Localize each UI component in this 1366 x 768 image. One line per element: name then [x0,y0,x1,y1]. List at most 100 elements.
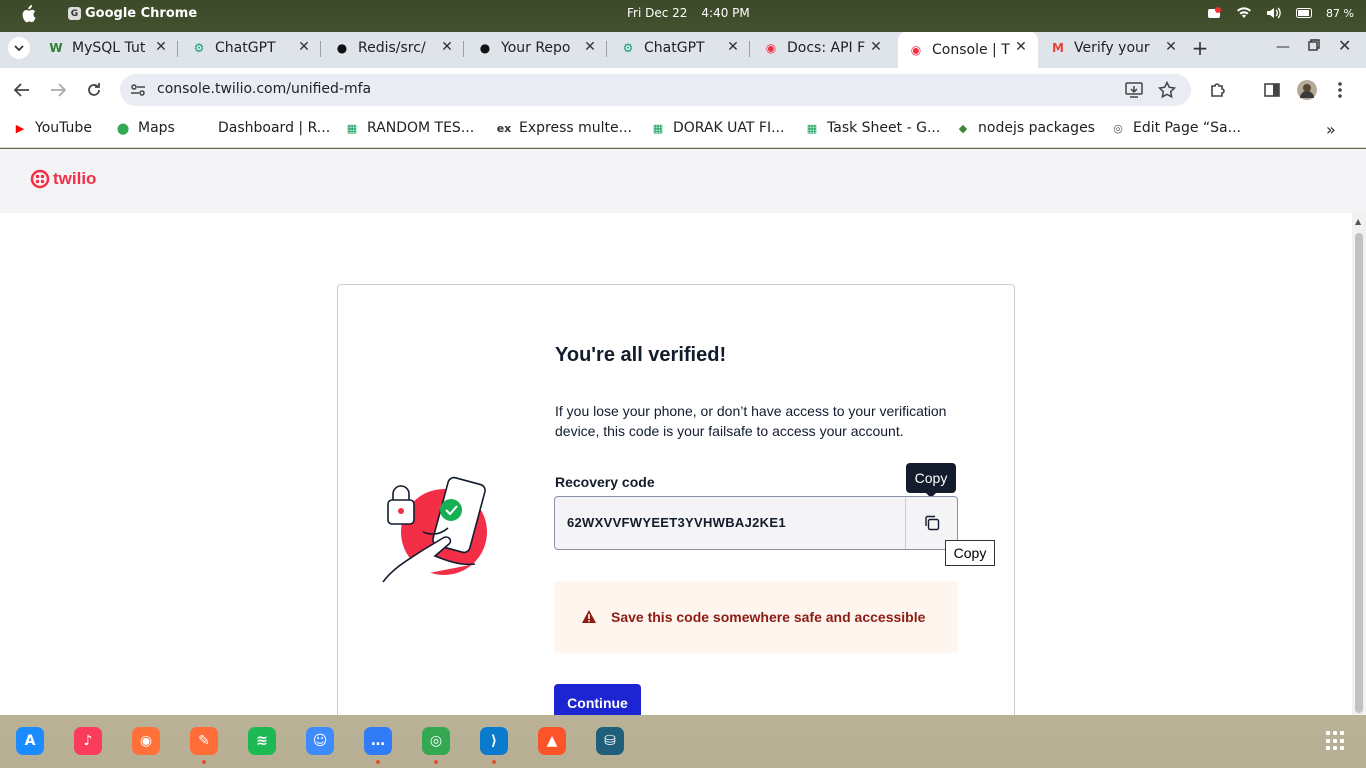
chrome-icon[interactable]: ◎ [422,727,450,755]
bookmark-item[interactable]: ▦ Task Sheet - G... [804,120,941,136]
extensions-icon[interactable] [1208,80,1228,100]
bookmark-item[interactable]: ◆ nodejs packages [955,120,1095,136]
running-indicator [202,760,206,764]
close-tab-icon[interactable]: ✕ [1014,39,1028,55]
page-viewport: twilio ▲ You're all verified! If you los… [0,149,1366,715]
spotify-icon[interactable]: ≋ [248,727,276,755]
bookmark-item[interactable]: ex Express multe... [496,120,632,136]
bookmark-label: Maps [138,120,175,136]
mysql-workbench-icon[interactable]: ⛁ [596,727,624,755]
bookmark-label: RANDOM TES... [367,120,475,136]
tab[interactable]: ⚙ ChatGPT ✕ [610,32,750,64]
sheets-icon: ▦ [346,121,358,135]
tab-separator [463,41,464,57]
tab[interactable]: ◉ Docs: API F ✕ [753,32,893,64]
chatgpt-icon: ⚙ [193,41,205,55]
address-bar[interactable]: console.twilio.com/unified-mfa [120,74,1191,106]
app-grid-icon[interactable] [1326,731,1346,751]
scroll-up-arrow-icon[interactable]: ▲ [1355,217,1361,226]
bookmark-label: Express multe... [519,120,632,136]
close-tab-icon[interactable]: ✕ [297,39,311,55]
recovery-code-value[interactable]: 62WXVVFWYEET3YVHWBAJ2KE1 [567,515,786,530]
forward-button[interactable] [48,80,68,100]
volume-icon[interactable] [1266,6,1282,20]
sheets-icon: ▦ [652,121,664,135]
bookmark-item[interactable]: Dashboard | R... [195,120,330,136]
bookmark-item[interactable]: ▦ RANDOM TES... [344,120,474,136]
install-app-icon[interactable] [1125,81,1143,99]
recovery-code-field[interactable]: 62WXVVFWYEET3YVHWBAJ2KE1 [554,496,958,550]
notification-icon[interactable] [1206,6,1222,20]
twilio-logo-text: twilio [53,169,97,188]
profile-avatar[interactable] [1297,80,1317,100]
close-tab-icon[interactable]: ✕ [154,39,168,55]
maps-icon: ⬤ [116,121,130,135]
bookmark-star-icon[interactable] [1158,81,1176,99]
maximize-button[interactable] [1308,39,1320,55]
minimize-button[interactable]: — [1276,39,1290,55]
clock[interactable]: Fri Dec 22 4:40 PM [627,6,750,20]
time-label: 4:40 PM [701,6,750,20]
close-tab-icon[interactable]: ✕ [440,39,454,55]
tab[interactable]: ● Your Repo ✕ [467,32,607,64]
messages-icon[interactable]: … [364,727,392,755]
scrollbar-thumb[interactable] [1355,233,1363,713]
date-label: Fri Dec 22 [627,6,688,20]
page-scrollbar[interactable]: ▲ [1352,213,1366,715]
github-icon: ● [336,41,348,55]
vscode-icon[interactable]: ⟩ [480,727,508,755]
active-app-name[interactable]: G Google Chrome [68,6,197,21]
tab[interactable]: M Verify your ✕ [1040,32,1188,64]
tab[interactable]: ◉ Console | T ✕ [898,32,1038,68]
bookmark-item[interactable]: ▶ YouTube [12,120,92,136]
battery-icon[interactable] [1296,6,1313,20]
reload-icon [88,83,100,96]
tab[interactable]: ⚙ ChatGPT ✕ [181,32,321,64]
continue-button[interactable]: Continue [554,684,641,715]
tab[interactable]: ● Redis/src/ ✕ [324,32,464,64]
bookmark-item[interactable]: ◎ Edit Page “Sa... [1110,120,1241,136]
close-tab-icon[interactable]: ✕ [726,39,740,55]
reload-button[interactable] [84,80,104,100]
github-icon: ● [479,41,491,55]
back-button[interactable] [12,80,32,100]
recovery-description: If you lose your phone, or don’t have ac… [555,403,947,439]
close-tab-icon[interactable]: ✕ [869,39,883,55]
tab[interactable]: W MySQL Tut ✕ [38,32,178,64]
phone-verified-illustration [382,476,487,583]
url-text[interactable]: console.twilio.com/unified-mfa [157,81,371,97]
running-indicator [492,760,496,764]
warning-callout: Save this code somewhere safe and access… [554,581,958,653]
tab-label: Console | T [932,42,1010,58]
warning-text: Save this code somewhere safe and access… [611,609,926,625]
app-store-icon[interactable]: A [16,727,44,755]
native-copy-tooltip: Copy [945,540,995,566]
arrow-left-icon [14,83,29,97]
wifi-icon[interactable] [1236,6,1252,20]
tab-separator [177,41,178,57]
brave-icon[interactable]: ▲ [538,727,566,755]
bookmarks-overflow-button[interactable]: » [1326,120,1336,139]
new-tab-button[interactable]: + [1190,36,1210,60]
bookmark-label: YouTube [35,120,92,136]
tab-label: MySQL Tut [72,40,146,56]
close-window-button[interactable]: ✕ [1338,36,1351,55]
bookmark-item[interactable]: ⬤ Maps [115,120,175,136]
twilio-logo[interactable]: twilio [30,169,96,189]
site-settings-icon[interactable] [130,82,146,98]
twilio-icon: ◉ [910,43,922,57]
side-panel-icon[interactable] [1262,80,1282,100]
bookmark-item[interactable]: ▦ DORAK UAT FI... [650,120,785,136]
running-indicator [376,760,380,764]
mfa-card: You're all verified! If you lose your ph… [337,284,1015,715]
music-icon[interactable]: ♪ [74,727,102,755]
menu-kebab-icon[interactable] [1330,80,1350,100]
tab-search-button[interactable] [8,37,30,59]
finder-icon[interactable]: ☺ [306,727,334,755]
tab-strip: W MySQL Tut ✕ ⚙ ChatGPT ✕ ● Redis/src/ ✕ ● Your Re… [0,32,1366,68]
postman-icon[interactable]: ✎ [190,727,218,755]
close-tab-icon[interactable]: ✕ [583,39,597,55]
apple-icon[interactable] [20,5,36,23]
firefox-icon[interactable]: ◉ [132,727,160,755]
close-tab-icon[interactable]: ✕ [1164,39,1178,55]
